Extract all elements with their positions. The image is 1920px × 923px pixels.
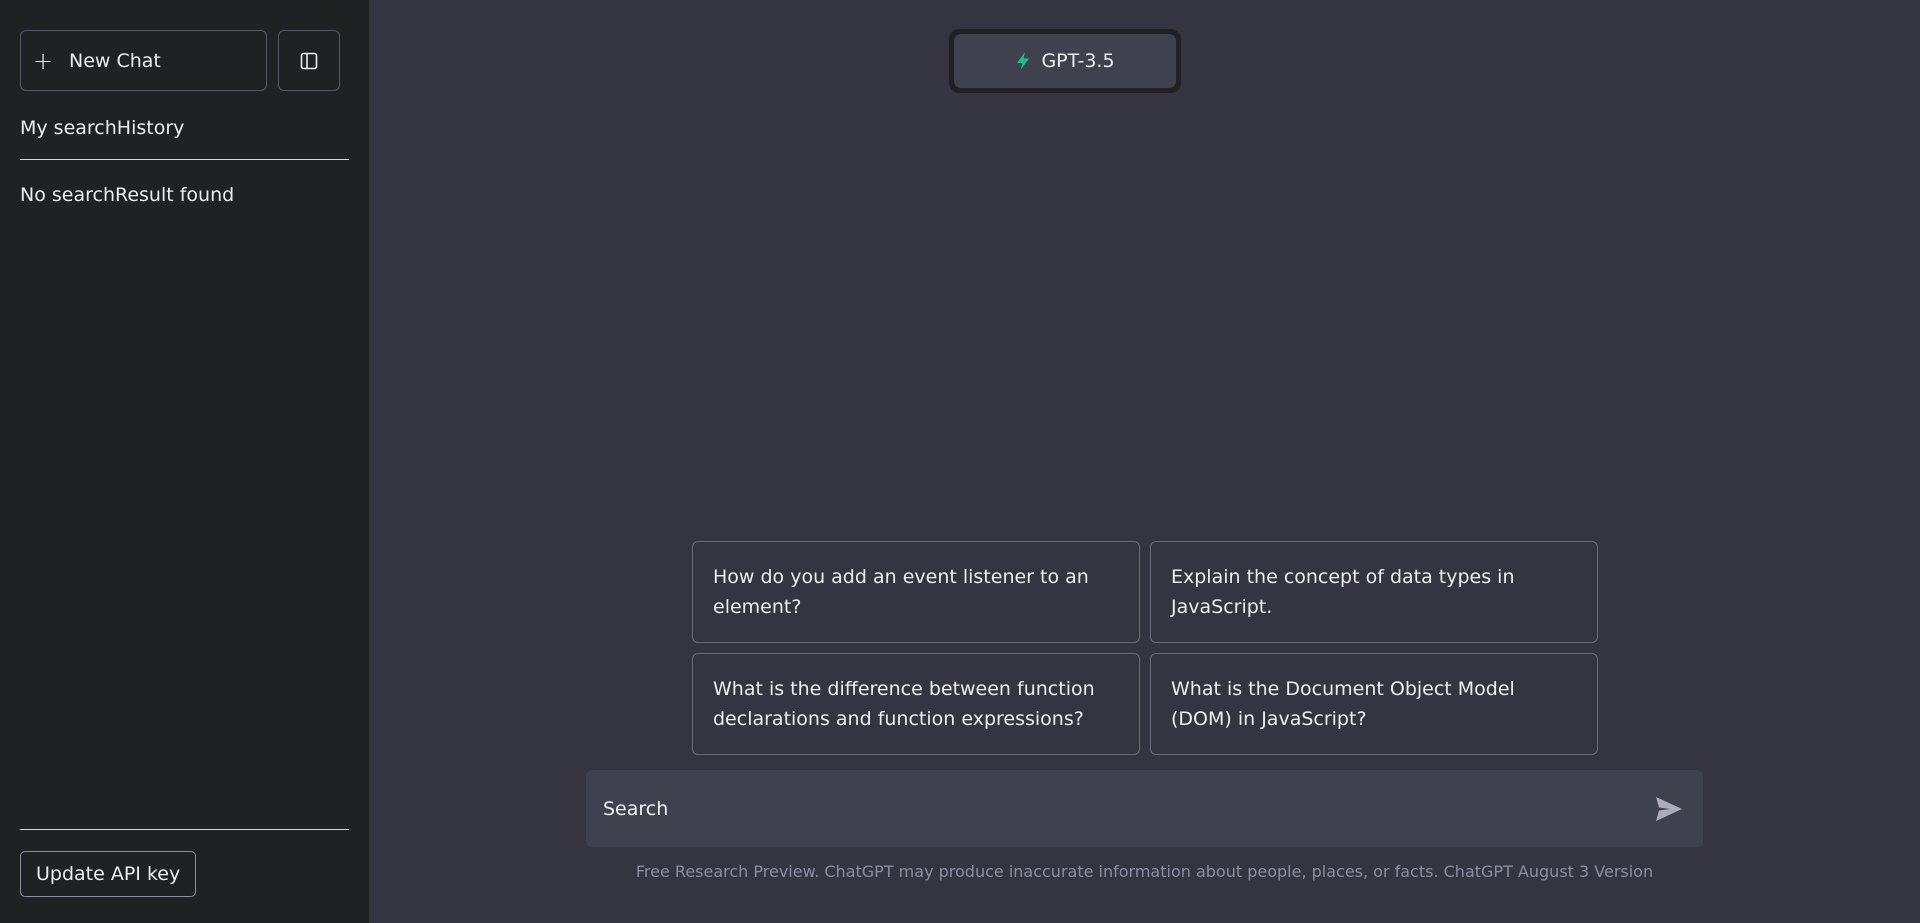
search-bar: [586, 770, 1703, 847]
new-chat-button[interactable]: + New Chat: [20, 30, 267, 91]
model-selector: GPT-3.5: [949, 29, 1181, 93]
send-icon: [1656, 796, 1682, 821]
sidebar-bottom: Update API key: [20, 829, 349, 897]
model-label: GPT-3.5: [1041, 50, 1115, 72]
plus-icon: +: [32, 46, 54, 75]
sidebar-toggle-icon: [300, 52, 318, 69]
no-result-text: No searchResult found: [20, 184, 235, 206]
search-input[interactable]: [601, 796, 1649, 821]
search-history-title: My searchHistory: [20, 117, 349, 160]
send-button[interactable]: [1649, 789, 1689, 829]
app: + New Chat My searchHistory No searchRes…: [0, 0, 1920, 923]
suggestion-card[interactable]: How do you add an event listener to an e…: [692, 541, 1140, 643]
suggestion-grid: How do you add an event listener to an e…: [692, 541, 1598, 755]
suggestion-card[interactable]: Explain the concept of data types in Jav…: [1150, 541, 1598, 643]
lightning-icon: [1017, 52, 1030, 70]
model-button[interactable]: GPT-3.5: [954, 34, 1176, 88]
sidebar: + New Chat My searchHistory No searchRes…: [0, 0, 369, 923]
main-panel: GPT-3.5 How do you add an event listener…: [369, 0, 1920, 923]
sidebar-top: + New Chat: [20, 30, 349, 91]
sidebar-toggle-button[interactable]: [278, 30, 340, 91]
update-api-key-button[interactable]: Update API key: [20, 851, 197, 897]
suggestion-card[interactable]: What is the difference between function …: [692, 653, 1140, 755]
disclaimer-text: Free Research Preview. ChatGPT may produ…: [635, 862, 1654, 881]
new-chat-label: New Chat: [69, 49, 161, 72]
suggestion-card[interactable]: What is the Document Object Model (DOM) …: [1150, 653, 1598, 755]
